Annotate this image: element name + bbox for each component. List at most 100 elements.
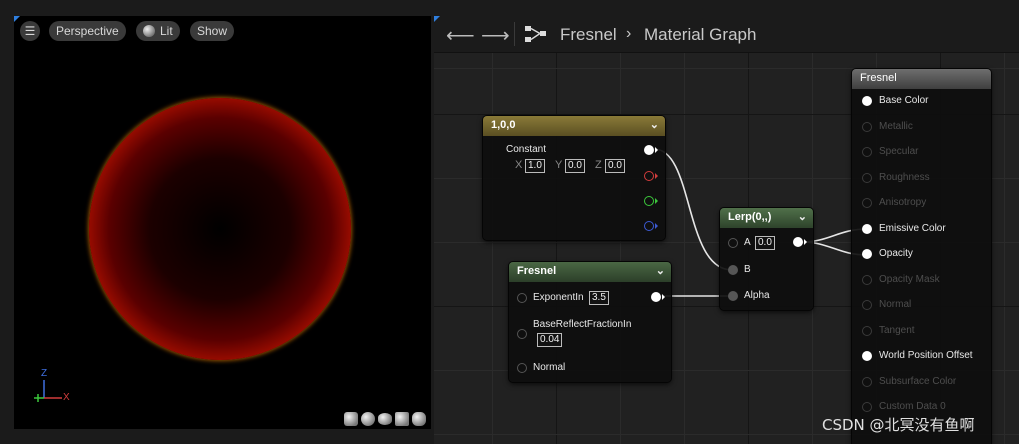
result-input-pin[interactable]	[862, 223, 872, 234]
node-header[interactable]: Fresnel	[852, 69, 991, 89]
y-component-label: Y	[555, 159, 563, 171]
material-graph-panel[interactable]: ⟵ ⟶ Fresnel › Material Graph 1,0,0 ⌄ Con…	[434, 16, 1019, 444]
z-component-label: Z	[595, 159, 602, 171]
graph-corner-marker	[434, 16, 440, 22]
result-pin-label: Specular	[879, 146, 919, 157]
result-input-pin[interactable]	[862, 274, 872, 285]
hamburger-icon: ☰	[24, 24, 36, 38]
result-pin-label: Roughness	[879, 171, 930, 183]
result-input-pin[interactable]	[862, 96, 872, 106]
result-input-pin[interactable]	[862, 376, 872, 387]
axis-gizmo: Z X	[24, 368, 74, 408]
result-pin-label: World Position Offset	[879, 350, 973, 361]
result-pin-label: Emissive Color	[879, 222, 946, 234]
preview-viewport[interactable]: ☰ Perspective Lit Show Z X	[14, 16, 431, 429]
lerp-node[interactable]: Lerp(0,,) ⌄ A 0.0 B Alpha	[720, 208, 813, 310]
lit-mode-button[interactable]: Lit	[136, 21, 180, 41]
node-header[interactable]: Lerp(0,,) ⌄	[720, 208, 813, 228]
result-input-pin[interactable]	[862, 198, 872, 208]
normal-input-pin[interactable]	[517, 363, 527, 373]
axis-x-label: X	[63, 392, 70, 403]
node-header[interactable]: 1,0,0 ⌄	[483, 116, 665, 136]
node-title: Fresnel	[860, 72, 897, 84]
fresnel-output-pin[interactable]	[651, 292, 661, 302]
result-pin-label: Opacity Mask	[879, 273, 940, 285]
result-input-pin[interactable]	[862, 121, 872, 132]
pin-arrow-icon	[662, 294, 665, 300]
cube-icon[interactable]	[395, 412, 409, 426]
lerp-alpha-input-pin[interactable]	[728, 291, 738, 301]
chevron-down-icon[interactable]: ⌄	[798, 210, 807, 223]
pin-arrow-icon	[655, 198, 658, 204]
base-reflect-field[interactable]: 0.04	[537, 333, 563, 347]
node-title: 1,0,0	[491, 119, 516, 131]
z-component-field[interactable]: 0.0	[605, 159, 625, 173]
lerp-alpha-label: Alpha	[744, 290, 770, 301]
show-button[interactable]: Show	[190, 21, 235, 41]
constant-output-pin[interactable]	[644, 145, 654, 155]
material-result-node[interactable]: Fresnel Base Color Metallic Specular Roughn…	[852, 69, 991, 444]
breadcrumb-asset[interactable]: Fresnel	[560, 25, 617, 45]
base-reflect-input-pin[interactable]	[517, 329, 527, 339]
result-input-pin[interactable]	[862, 249, 872, 259]
teapot-icon[interactable]	[412, 412, 426, 426]
chevron-down-icon[interactable]: ⌄	[656, 264, 665, 277]
green-channel-pin[interactable]	[644, 196, 654, 206]
constant-output-label: Constant	[506, 144, 547, 155]
pin-arrow-icon	[655, 173, 658, 179]
node-title: Lerp(0,,)	[728, 211, 772, 223]
lerp-a-field[interactable]: 0.0	[755, 236, 775, 250]
material-editor: ☰ Perspective Lit Show Z X ⟵ ⟶ Fresnel ›…	[0, 0, 1019, 444]
graph-icon	[525, 26, 546, 42]
x-component-field[interactable]: 1.0	[525, 159, 545, 173]
viewport-corner-marker	[14, 16, 20, 22]
preview-sphere	[89, 98, 351, 360]
toolbar-divider	[514, 22, 515, 46]
lerp-b-label: B	[744, 264, 751, 275]
axis-z-label: Z	[41, 368, 48, 379]
chevron-down-icon[interactable]: ⌄	[650, 118, 659, 131]
result-pin-label: Base Color	[879, 95, 929, 106]
lerp-a-label: A	[744, 237, 751, 248]
cylinder-icon[interactable]	[344, 412, 358, 426]
forward-arrow-icon[interactable]: ⟶	[481, 23, 510, 48]
sphere-icon[interactable]	[361, 412, 375, 426]
perspective-button[interactable]: Perspective	[49, 21, 126, 41]
result-pin-label: Tangent	[879, 324, 915, 336]
result-pin-label: Opacity	[879, 248, 913, 259]
exponent-field[interactable]: 3.5	[589, 291, 609, 305]
lerp-b-input-pin[interactable]	[728, 265, 738, 275]
lerp-output-pin[interactable]	[793, 237, 803, 247]
lit-label: Lit	[160, 24, 173, 38]
result-input-pin[interactable]	[862, 325, 872, 336]
back-arrow-icon[interactable]: ⟵	[446, 23, 475, 48]
result-input-pin[interactable]	[862, 351, 872, 361]
constant3-node[interactable]: 1,0,0 ⌄ Constant X 1.0 Y 0.0 Z 0.0	[483, 116, 665, 240]
y-component-field[interactable]: 0.0	[565, 159, 585, 173]
plane-icon[interactable]	[378, 413, 392, 425]
red-channel-pin[interactable]	[644, 171, 654, 181]
node-title: Fresnel	[517, 265, 557, 277]
viewport-menu-button[interactable]: ☰	[20, 21, 40, 41]
result-input-pin[interactable]	[862, 402, 872, 412]
x-component-label: X	[515, 159, 523, 171]
result-pin-label: Custom Data 0	[879, 401, 946, 412]
normal-label: Normal	[533, 362, 566, 373]
blue-channel-pin[interactable]	[644, 221, 654, 231]
result-pin-label: Metallic	[879, 120, 913, 132]
node-header[interactable]: Fresnel ⌄	[509, 262, 671, 282]
lerp-a-input-pin[interactable]	[728, 238, 738, 248]
grid-line	[684, 16, 685, 444]
breadcrumb-separator: ›	[626, 25, 632, 42]
result-input-pin[interactable]	[862, 172, 872, 183]
watermark: CSDN @北冥没有鱼啊	[822, 416, 975, 434]
result-input-pin[interactable]	[862, 147, 872, 157]
result-input-pin[interactable]	[862, 300, 872, 310]
breadcrumb-graph: Material Graph	[644, 25, 757, 44]
exponent-input-pin[interactable]	[517, 293, 527, 303]
pin-arrow-icon	[655, 147, 658, 153]
pin-arrow-icon	[804, 239, 807, 245]
pin-arrow-icon	[655, 223, 658, 229]
grid-line	[1004, 16, 1005, 444]
fresnel-node[interactable]: Fresnel ⌄ ExponentIn 3.5 BaseReflectFrac…	[509, 262, 671, 382]
